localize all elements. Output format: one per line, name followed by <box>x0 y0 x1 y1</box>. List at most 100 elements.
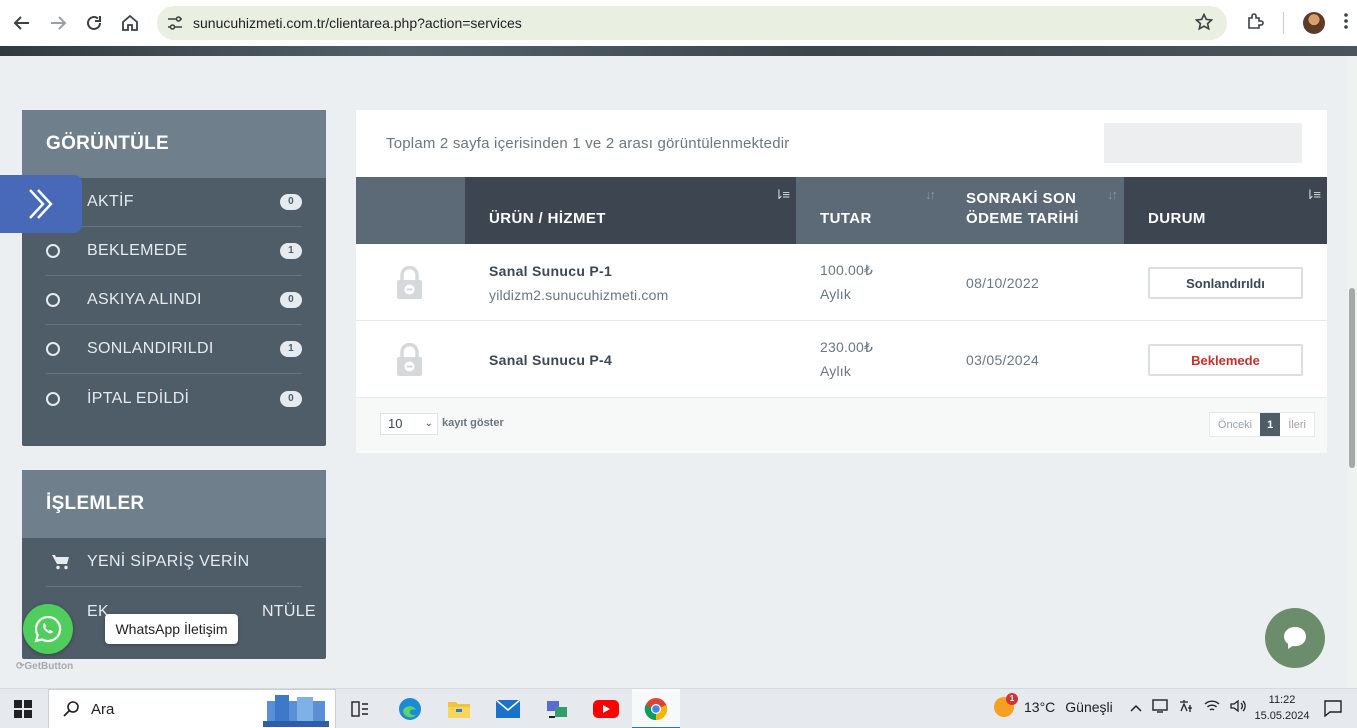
extensions-icon[interactable] <box>1246 12 1265 35</box>
windows-start-icon[interactable] <box>14 700 32 723</box>
windows-taskbar: Ara 1 13°C Güneşli 11:22 15.05.2024 <box>0 688 1357 728</box>
column-header-amount[interactable]: TUTAR ↓↑ <box>796 177 942 244</box>
action-label: YENİ SİPARİŞ VERİN <box>87 553 250 570</box>
display-settings-icon[interactable] <box>1152 699 1168 716</box>
whatsapp-tooltip[interactable]: WhatsApp İletişim <box>105 614 238 644</box>
filter-item-pending[interactable]: BEKLEMEDE 1 <box>46 227 302 276</box>
more-menu-icon[interactable] <box>1343 12 1348 34</box>
chevron-up-icon[interactable] <box>1130 701 1142 715</box>
column-label: DURUM <box>1148 210 1206 227</box>
column-label: SONRAKİ SON ÖDEME TARİHİ <box>966 190 1079 227</box>
input-language-icon[interactable] <box>1178 699 1194 716</box>
header-banner-strip <box>0 46 1357 56</box>
due-date: 08/10/2022 <box>966 275 1040 291</box>
weather-temp: 13°C <box>1024 699 1056 715</box>
home-button[interactable] <box>112 5 148 41</box>
weather-widget[interactable]: 1 13°C Güneşli <box>994 693 1113 717</box>
page-length-select[interactable]: 10 ⌄ <box>380 413 438 435</box>
column-header-product[interactable]: ÜRÜN / HİZMET ⇂≡ <box>465 177 796 244</box>
browser-actions <box>1237 6 1357 40</box>
radio-icon[interactable] <box>46 293 60 307</box>
live-chat-button[interactable] <box>1265 608 1325 668</box>
url-text: sunucuhizmeti.com.tr/clientarea.php?acti… <box>193 15 522 31</box>
new-order-link[interactable]: YENİ SİPARİŞ VERİN <box>46 538 302 587</box>
cart-icon <box>52 554 72 570</box>
column-header-due-date[interactable]: SONRAKİ SON ÖDEME TARİHİ ↓↑ <box>942 177 1124 244</box>
billing-cycle: Aylık <box>820 363 852 379</box>
pagination-prev[interactable]: Önceki <box>1210 413 1260 436</box>
sidebar-toggle-button[interactable] <box>0 175 82 233</box>
task-view-icon[interactable] <box>344 693 376 725</box>
bookmark-star-icon[interactable] <box>1194 12 1214 36</box>
filter-item-terminated[interactable]: SONLANDIRILDI 1 <box>46 325 302 374</box>
arrow-left-icon <box>13 16 29 30</box>
actions-panel-title: İŞLEMLER <box>22 470 326 538</box>
arrow-right-icon <box>51 16 67 30</box>
radio-icon[interactable] <box>46 391 60 406</box>
browser-toolbar: sunucuhizmeti.com.tr/clientarea.php?acti… <box>0 0 1357 46</box>
getbutton-label: GetButton <box>24 661 74 672</box>
youtube-icon[interactable] <box>590 693 622 725</box>
taskbar-search-label: Ara <box>91 700 115 718</box>
taskbar-search-box[interactable]: Ara <box>48 689 336 728</box>
chat-icon <box>1284 627 1306 649</box>
scrollbar-thumb[interactable] <box>1349 288 1355 468</box>
filter-label: SONLANDIRILDI <box>87 340 214 357</box>
chrome-taskbar-active[interactable] <box>632 689 680 728</box>
pagination-page[interactable]: 1 <box>1260 413 1281 436</box>
lock-icon <box>397 266 422 299</box>
table-row[interactable]: Sanal Sunucu P-4 230.00₺ Aylık 03/05/202… <box>356 321 1327 398</box>
notification-icon[interactable] <box>1324 699 1342 722</box>
sort-both-icon[interactable]: ↓↑ <box>1107 185 1118 205</box>
edge-browser-icon[interactable] <box>394 693 426 725</box>
sun-icon: 1 <box>994 693 1018 717</box>
column-header-status[interactable]: DURUM ⇂≡ <box>1124 177 1327 244</box>
whatsapp-button[interactable] <box>23 604 73 654</box>
getbutton-credit[interactable]: ⟳GetButton <box>16 661 73 672</box>
radio-icon[interactable] <box>46 342 60 356</box>
table-row[interactable]: Sanal Sunucu P-1 yildizm2.sunucuhizmeti.… <box>356 244 1327 321</box>
filter-item-cancelled[interactable]: İPTAL EDİLDİ 0 <box>46 374 302 423</box>
product-domain: yildizm2.sunucuhizmeti.com <box>489 287 669 303</box>
sort-desc-icon[interactable]: ⇂≡ <box>774 185 791 205</box>
sort-desc-icon[interactable]: ⇂≡ <box>1305 185 1322 205</box>
back-button[interactable] <box>4 5 40 41</box>
site-info-icon[interactable] <box>157 16 193 30</box>
pagination-next[interactable]: İleri <box>1280 413 1314 436</box>
reload-icon <box>87 15 101 30</box>
forward-button[interactable] <box>40 5 76 41</box>
amount-value: 100.00₺ <box>820 262 874 278</box>
reload-button[interactable] <box>76 5 112 41</box>
profile-avatar[interactable] <box>1302 12 1325 34</box>
whatsapp-icon <box>34 615 62 643</box>
filter-label: İPTAL EDİLDİ <box>87 389 190 407</box>
radio-icon[interactable] <box>46 244 60 258</box>
clock-date: 15.05.2024 <box>1254 710 1310 722</box>
billing-cycle: Aylık <box>820 286 852 302</box>
table-search-input[interactable] <box>1104 123 1302 163</box>
clock-time: 11:22 <box>1268 694 1296 706</box>
table-body: Sanal Sunucu P-1 yildizm2.sunucuhizmeti.… <box>356 244 1327 398</box>
filter-item-suspended[interactable]: ASKIYA ALINDI 0 <box>46 276 302 325</box>
column-label: TUTAR <box>820 210 872 227</box>
sort-both-icon[interactable]: ↓↑ <box>925 185 936 205</box>
search-highlight-image-icon <box>263 695 329 727</box>
mail-icon[interactable] <box>492 693 524 725</box>
page-scrollbar[interactable] <box>1347 56 1357 688</box>
file-explorer-icon[interactable] <box>443 693 475 725</box>
view-panel-title: GÖRÜNTÜLE <box>22 110 326 178</box>
due-date: 03/05/2024 <box>966 352 1040 368</box>
status-badge: Sonlandırıldı <box>1148 267 1303 299</box>
page-length-value: 10 <box>388 416 403 431</box>
status-badge: Beklemede <box>1148 344 1303 376</box>
home-icon <box>122 14 138 31</box>
lock-icon <box>397 343 422 376</box>
volume-icon[interactable] <box>1230 699 1246 716</box>
filter-item-active[interactable]: AKTİF 0 <box>46 178 302 227</box>
taskbar-clock[interactable]: 11:22 15.05.2024 <box>1249 692 1315 724</box>
system-tray <box>1130 699 1246 716</box>
address-bar[interactable]: sunucuhizmeti.com.tr/clientarea.php?acti… <box>157 6 1227 40</box>
network-app-icon[interactable] <box>541 693 573 725</box>
wifi-icon[interactable] <box>1204 699 1220 716</box>
table-header: ÜRÜN / HİZMET ⇂≡ TUTAR ↓↑ SONRAKİ SON ÖD… <box>356 177 1327 244</box>
